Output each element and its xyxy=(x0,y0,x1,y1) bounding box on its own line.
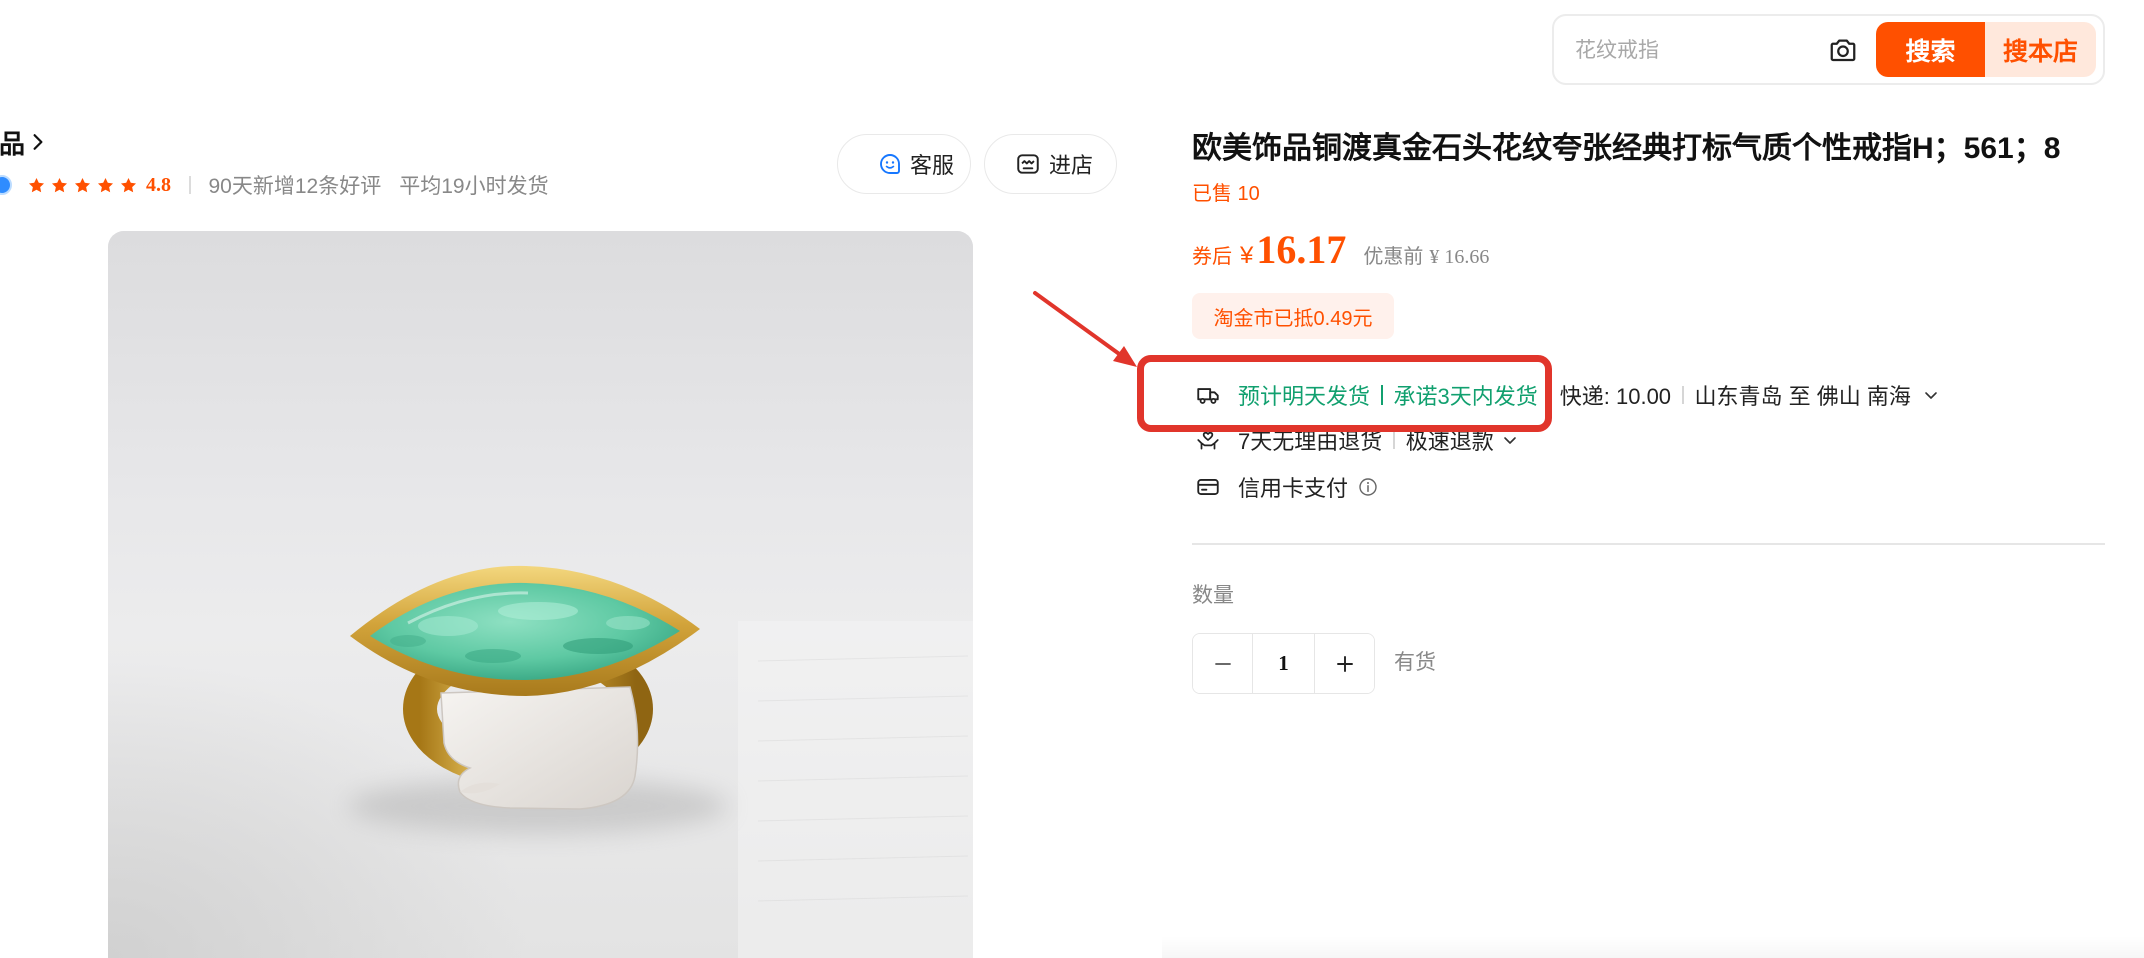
star-icon xyxy=(97,177,114,192)
minus-icon xyxy=(1214,662,1231,665)
price-label: 券后 xyxy=(1192,246,1232,268)
sold-count: 已售 10 xyxy=(1192,183,1260,205)
quantity-input[interactable] xyxy=(1252,634,1315,693)
original-price: ¥ 16.66 xyxy=(1429,246,1490,268)
payment-row: 信用卡支付 xyxy=(1192,465,1378,509)
divider xyxy=(189,176,191,194)
search-box: 搜索 搜本店 xyxy=(1552,14,2105,85)
price-row: 券后 ¥ 16.17 优惠前 ¥ 16.66 xyxy=(1192,226,1489,278)
final-price: 16.17 xyxy=(1256,227,1347,272)
shipping-route-selector[interactable]: 山东青岛 至 佛山 南海 xyxy=(1695,379,1911,411)
section-divider xyxy=(1192,543,2105,545)
plus-icon xyxy=(1336,655,1353,672)
chevron-down-icon[interactable] xyxy=(1923,387,1939,403)
divider xyxy=(1682,386,1684,404)
product-main-image[interactable] xyxy=(108,231,973,958)
star-icon xyxy=(74,177,91,192)
search-in-shop-button[interactable]: 搜本店 xyxy=(1985,22,2096,77)
divider xyxy=(1393,431,1395,449)
currency-symbol: ¥ xyxy=(1240,242,1254,269)
info-icon[interactable] xyxy=(1358,477,1378,497)
divider xyxy=(1381,385,1383,405)
quantity-label: 数量 xyxy=(1192,584,1234,607)
ship-time-stat: 平均19小时发货 xyxy=(399,175,549,198)
coupon-badge: 淘金市已抵0.49元 xyxy=(1192,293,1394,339)
decrement-button[interactable] xyxy=(1193,634,1252,693)
service-smiley-icon xyxy=(880,154,900,174)
return-policy: 7天无理由退货 xyxy=(1238,429,1383,454)
camera-icon xyxy=(1830,39,1856,62)
customer-service-label: 客服 xyxy=(910,153,955,178)
shop-name-link[interactable]: 饰品 xyxy=(0,124,45,160)
enter-shop-button[interactable]: 进店 xyxy=(984,134,1117,194)
customer-service-button[interactable]: 客服 xyxy=(837,134,971,194)
quantity-stepper xyxy=(1192,633,1375,694)
chevron-down-icon[interactable] xyxy=(1502,432,1518,448)
image-search-button[interactable] xyxy=(1826,33,1860,67)
star-icon xyxy=(28,177,45,192)
ring-photo xyxy=(108,231,973,958)
rating-stars xyxy=(27,176,138,195)
star-icon xyxy=(120,177,137,192)
enter-shop-label: 进店 xyxy=(1049,153,1094,178)
delivery-row: 预计明天发货 承诺3天内发货 快递: 10.00 山东青岛 至 佛山 南海 xyxy=(1192,373,1939,417)
delivery-estimate: 预计明天发货 xyxy=(1238,384,1371,409)
bottom-panel-edge xyxy=(1162,936,2144,958)
returns-row: 7天无理由退货 极速退款 xyxy=(1192,418,1518,462)
shipping-fee: 快递: 10.00 xyxy=(1559,384,1672,409)
shop-badge-icon xyxy=(0,175,12,195)
shop-name: 饰品 xyxy=(0,128,26,159)
credit-card-icon xyxy=(1194,473,1222,501)
credit-card-payment: 信用卡支付 xyxy=(1238,476,1349,501)
rating-score: 4.8 xyxy=(146,173,171,196)
stock-status: 有货 xyxy=(1394,651,1436,674)
truck-icon xyxy=(1194,381,1222,409)
shop-rating-row: 4.8 90天新增12条好评 平均19小时发货 xyxy=(0,170,549,200)
original-price-label: 优惠前 xyxy=(1363,246,1424,268)
increment-button[interactable] xyxy=(1315,634,1374,693)
fast-refund-link[interactable]: 极速退款 xyxy=(1406,424,1494,456)
product-title: 欧美饰品铜渡真金石头花纹夸张经典打标气质个性戒指H；561；8 xyxy=(1192,132,2061,165)
shop-icon xyxy=(1017,154,1039,174)
coupon-text: 淘金市已抵0.49元 xyxy=(1213,307,1373,330)
star-icon xyxy=(51,177,68,192)
new-reviews-stat: 90天新增12条好评 xyxy=(208,175,382,198)
chevron-right-icon xyxy=(33,134,43,150)
search-input[interactable] xyxy=(1573,30,1827,72)
return-icon xyxy=(1194,426,1222,454)
delivery-promise: 承诺3天内发货 xyxy=(1393,384,1538,409)
search-button[interactable]: 搜索 xyxy=(1876,22,1985,77)
